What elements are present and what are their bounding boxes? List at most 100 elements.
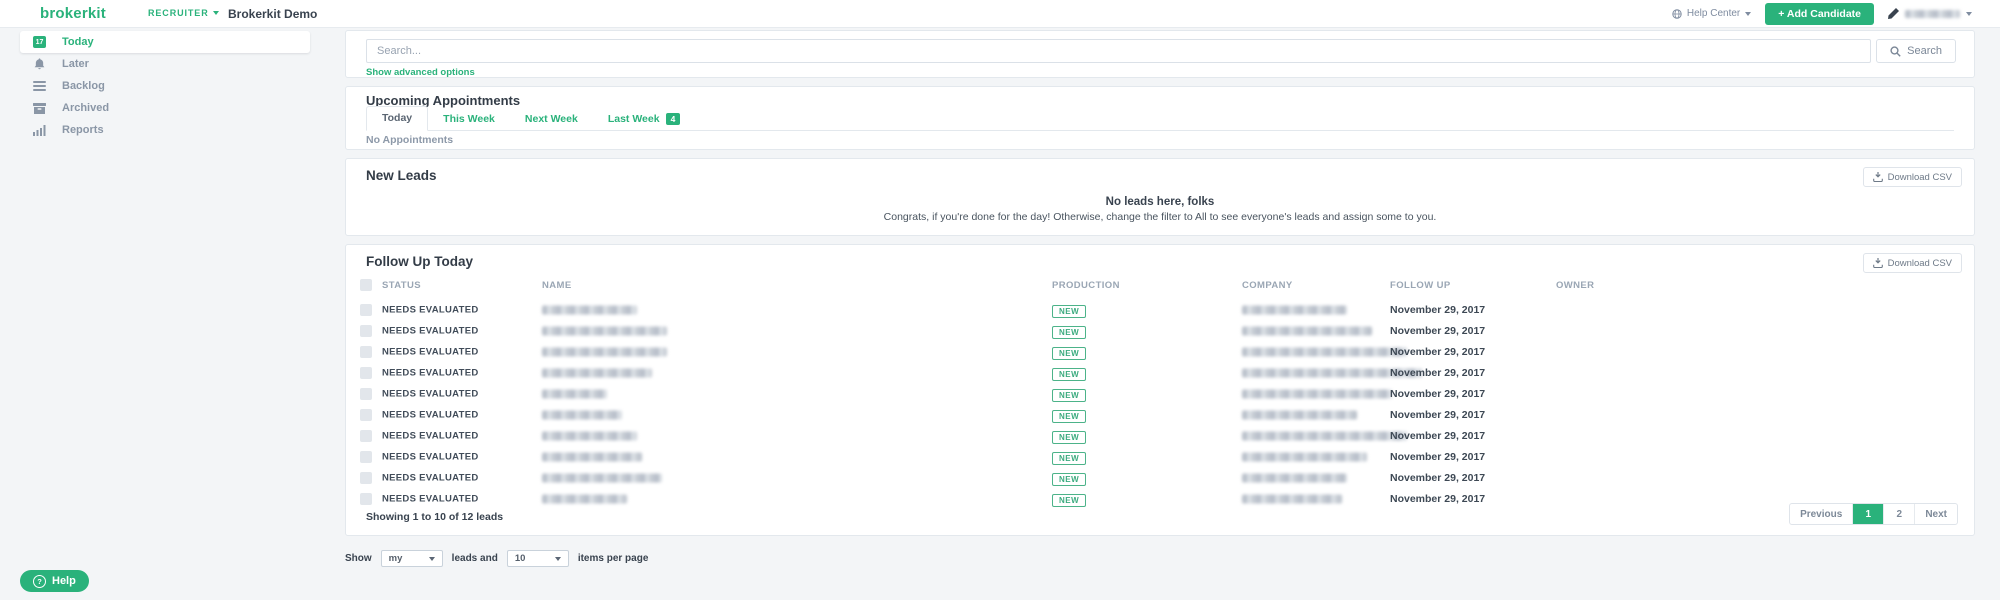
select-all-checkbox[interactable] <box>360 279 372 291</box>
table-row: NEEDS EVALUATED NEW November 29, 2017 <box>346 488 1974 509</box>
chevron-down-icon <box>555 557 561 561</box>
row-checkbox[interactable] <box>360 388 372 400</box>
row-checkbox[interactable] <box>360 367 372 379</box>
pagination-page-1[interactable]: 1 <box>1853 504 1884 524</box>
tab-today[interactable]: Today <box>366 106 428 131</box>
search-panel: Show advanced options Search <box>345 30 1975 78</box>
download-csv-button[interactable]: Download CSV <box>1863 167 1962 187</box>
help-button[interactable]: ? Help <box>20 570 89 592</box>
lead-follow-up-date: November 29, 2017 <box>1390 472 1485 484</box>
items-per-page-select[interactable]: 10 <box>507 550 569 567</box>
show-label: Show <box>345 553 372 564</box>
table-header: STATUS NAME PRODUCTION COMPANY FOLLOW UP… <box>346 277 1974 297</box>
tab-this-week[interactable]: This Week <box>428 108 510 131</box>
pagination-previous[interactable]: Previous <box>1790 504 1853 524</box>
search-button[interactable]: Search <box>1876 39 1956 63</box>
sidebar-item-today[interactable]: 17 Today <box>20 31 310 53</box>
recruiter-dropdown-label: RECRUITER <box>148 8 209 18</box>
table-row: NEEDS EVALUATED NEW November 29, 2017 <box>346 299 1974 320</box>
lead-follow-up-date: November 29, 2017 <box>1390 409 1485 421</box>
new-badge: NEW <box>1052 452 1086 465</box>
download-icon <box>1873 258 1883 268</box>
no-leads-message: Congrats, if you're done for the day! Ot… <box>346 211 1974 223</box>
table-row: NEEDS EVALUATED NEW November 29, 2017 <box>346 425 1974 446</box>
appointments-count-badge: 4 <box>666 113 681 125</box>
new-badge: NEW <box>1052 389 1086 402</box>
lead-status: NEEDS EVALUATED <box>382 304 479 315</box>
table-row: NEEDS EVALUATED NEW November 29, 2017 <box>346 383 1974 404</box>
lead-status: NEEDS EVALUATED <box>382 325 479 336</box>
search-input[interactable] <box>366 39 1871 63</box>
lead-company-redacted <box>1242 431 1407 440</box>
download-csv-button[interactable]: Download CSV <box>1863 253 1962 273</box>
recruiter-dropdown[interactable]: RECRUITER <box>148 8 219 18</box>
add-candidate-button[interactable]: + Add Candidate <box>1765 3 1874 25</box>
brand-logo: brokerkit <box>40 5 106 22</box>
sidebar-item-backlog[interactable]: Backlog <box>20 75 310 97</box>
lead-company-redacted <box>1242 389 1392 398</box>
lead-company-redacted <box>1242 326 1372 335</box>
lead-name-redacted <box>542 305 637 314</box>
table-row: NEEDS EVALUATED NEW November 29, 2017 <box>346 467 1974 488</box>
appointments-tabs: Today This Week Next Week Last Week4 <box>366 107 1954 131</box>
lead-status: NEEDS EVALUATED <box>382 451 479 462</box>
no-appointments-text: No Appointments <box>366 134 453 146</box>
tab-next-week[interactable]: Next Week <box>510 108 593 131</box>
help-button-label: Help <box>52 575 76 587</box>
show-advanced-options-link[interactable]: Show advanced options <box>366 67 475 78</box>
lead-status: NEEDS EVALUATED <box>382 388 479 399</box>
new-badge: NEW <box>1052 305 1086 318</box>
lead-company-redacted <box>1242 347 1407 356</box>
sidebar-item-reports[interactable]: Reports <box>20 119 310 141</box>
lead-status: NEEDS EVALUATED <box>382 409 479 420</box>
new-badge: NEW <box>1052 347 1086 360</box>
row-checkbox[interactable] <box>360 451 372 463</box>
tab-last-week[interactable]: Last Week4 <box>593 108 695 131</box>
sidebar-item-label: Reports <box>62 124 104 136</box>
sidebar-item-later[interactable]: Later <box>20 53 310 75</box>
lead-name-redacted <box>542 347 667 356</box>
lead-company-redacted <box>1242 410 1357 419</box>
lead-name-redacted <box>542 326 667 335</box>
table-row: NEEDS EVALUATED NEW November 29, 2017 <box>346 404 1974 425</box>
row-checkbox[interactable] <box>360 493 372 505</box>
lead-name-redacted <box>542 368 652 377</box>
lead-follow-up-date: November 29, 2017 <box>1390 367 1485 379</box>
lead-name-redacted <box>542 494 627 503</box>
question-mark-icon: ? <box>33 575 46 588</box>
lead-name-redacted <box>542 389 607 398</box>
table-row: NEEDS EVALUATED NEW November 29, 2017 <box>346 320 1974 341</box>
lead-status: NEEDS EVALUATED <box>382 430 479 441</box>
leads-owner-select[interactable]: my <box>381 550 443 567</box>
column-header-status: STATUS <box>382 280 421 291</box>
row-checkbox[interactable] <box>360 472 372 484</box>
row-checkbox[interactable] <box>360 430 372 442</box>
row-checkbox[interactable] <box>360 346 372 358</box>
lead-name-redacted <box>542 410 622 419</box>
row-checkbox[interactable] <box>360 325 372 337</box>
lead-follow-up-date: November 29, 2017 <box>1390 388 1485 400</box>
lead-status: NEEDS EVALUATED <box>382 367 479 378</box>
help-center-dropdown[interactable]: Help Center <box>1672 8 1751 19</box>
row-checkbox[interactable] <box>360 304 372 316</box>
column-header-production: PRODUCTION <box>1052 280 1120 291</box>
sidebar-item-archived[interactable]: Archived <box>20 97 310 119</box>
bar-chart-icon <box>32 125 47 136</box>
chevron-down-icon <box>1745 12 1751 16</box>
download-icon <box>1873 172 1883 182</box>
row-checkbox[interactable] <box>360 409 372 421</box>
top-header: brokerkit RECRUITER Brokerkit Demo Help … <box>0 0 2000 28</box>
bell-icon <box>32 58 47 70</box>
table-summary: Showing 1 to 10 of 12 leads <box>366 511 503 523</box>
pagination-next[interactable]: Next <box>1915 504 1957 524</box>
user-menu[interactable] <box>1888 8 1972 19</box>
lead-follow-up-date: November 29, 2017 <box>1390 451 1485 463</box>
sidebar-item-label: Today <box>62 36 94 48</box>
new-badge: NEW <box>1052 368 1086 381</box>
app-root: brokerkit RECRUITER Brokerkit Demo Help … <box>0 0 2000 600</box>
lead-follow-up-date: November 29, 2017 <box>1390 304 1485 316</box>
pagination-page-2[interactable]: 2 <box>1884 504 1915 524</box>
follow-up-rows: NEEDS EVALUATED NEW November 29, 2017 NE… <box>346 299 1974 509</box>
globe-icon <box>1672 9 1682 19</box>
pencil-icon <box>1888 8 1899 19</box>
